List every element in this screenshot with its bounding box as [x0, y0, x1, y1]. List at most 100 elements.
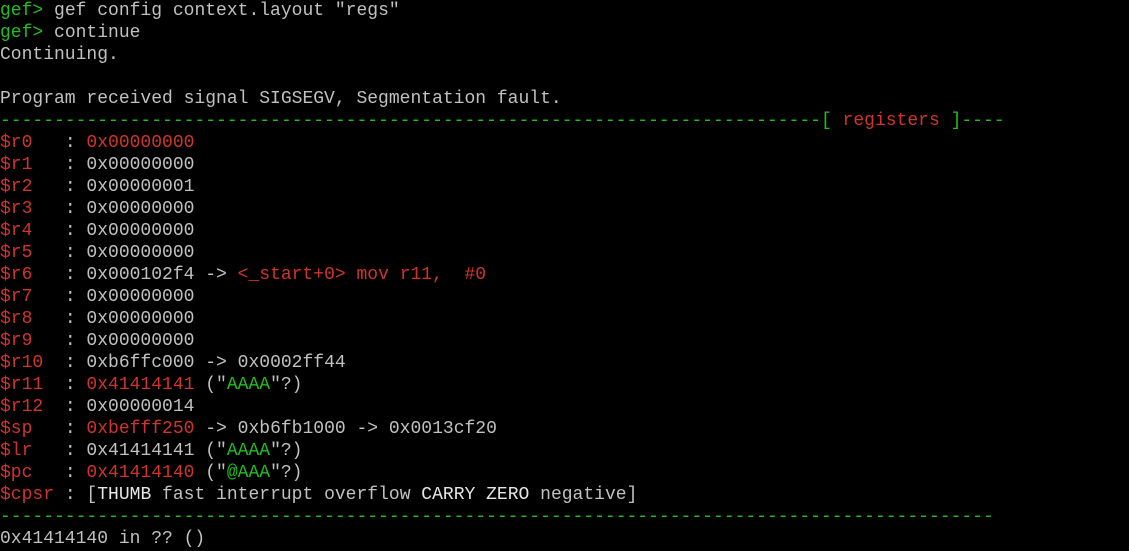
register-colon: : [64, 221, 87, 241]
register-row: $r2 : 0x00000001 [0, 176, 1129, 198]
register-value: 0xbefff250 [86, 419, 195, 439]
register-row: $r11 : 0x41414141 ("AAAA"?) [0, 374, 1129, 396]
register-colon: : [64, 199, 87, 219]
register-colon: : [64, 353, 87, 373]
register-name: $r11 [0, 375, 65, 395]
register-deref: (" [194, 375, 227, 395]
terminal-window[interactable]: gef> gef config context.layout "regs" ge… [0, 0, 1129, 551]
register-name: $r4 [0, 221, 65, 241]
cpsr-flag-clear: negative [529, 485, 627, 505]
gdb-prompt: gef> [0, 1, 44, 21]
register-row-cpsr: $cpsr : [THUMB fast interrupt overflow C… [0, 484, 1129, 506]
register-colon: : [64, 265, 87, 285]
register-value: 0x00000000 [86, 243, 195, 263]
command-text: continue [43, 23, 141, 43]
register-row: $r9 : 0x00000000 [0, 330, 1129, 352]
register-name: $r6 [0, 265, 65, 285]
register-value: 0x00000000 [86, 331, 195, 351]
register-colon: : [64, 287, 87, 307]
register-row: $pc : 0x41414140 ("@AAA"?) [0, 462, 1129, 484]
register-row: $lr : 0x41414141 ("AAAA"?) [0, 440, 1129, 462]
register-row: $r6 : 0x000102f4 -> <_start+0> mov r11, … [0, 264, 1129, 286]
register-colon: : [64, 463, 87, 483]
register-value: 0x00000000 [86, 309, 195, 329]
register-value: 0x000102f4 [86, 265, 195, 285]
register-name: $r0 [0, 133, 65, 153]
register-deref: -> [194, 265, 238, 285]
cpsr-flags: THUMB fast interrupt overflow CARRY ZERO… [97, 485, 626, 505]
register-colon: : [64, 155, 87, 175]
register-value: 0x41414141 [86, 375, 195, 395]
register-deref: (" [194, 441, 227, 461]
gdb-prompt: gef> [0, 23, 44, 43]
register-deref: -> 0x0002ff44 [194, 353, 346, 373]
register-name: $r9 [0, 331, 65, 351]
register-name: $r1 [0, 155, 65, 175]
register-colon: : [64, 177, 87, 197]
separator-title: registers [842, 111, 940, 131]
register-name: $r8 [0, 309, 65, 329]
separator-bottom-dashes: ----------------------------------------… [0, 507, 994, 527]
cpsr-flag-set: ZERO [486, 485, 530, 505]
register-colon: : [64, 375, 87, 395]
register-name: $lr [0, 441, 65, 461]
cpsr-flag-set: THUMB [97, 485, 152, 505]
register-row: $r4 : 0x00000000 [0, 220, 1129, 242]
register-row: $r10 : 0xb6ffc000 -> 0x0002ff44 [0, 352, 1129, 374]
registers-panel: $r0 : 0x00000000 $r1 : 0x00000000 $r2 : 0x… [0, 132, 1129, 484]
output-continuing: Continuing. [0, 45, 119, 65]
register-colon: : [64, 419, 87, 439]
register-name: $r2 [0, 177, 65, 197]
register-value: 0x00000000 [86, 287, 195, 307]
register-name: $pc [0, 463, 65, 483]
register-row: $r0 : 0x00000000 [0, 132, 1129, 154]
register-value: 0x00000000 [86, 155, 195, 175]
separator-left-dashes: ----------------------------------------… [0, 111, 821, 131]
register-name: $r7 [0, 287, 65, 307]
command-text: gef config context.layout "regs" [43, 1, 400, 21]
command-line: gef> continue [0, 22, 1129, 44]
register-deref: AAAA [226, 441, 271, 461]
register-row: $r5 : 0x00000000 [0, 242, 1129, 264]
separator-right-dashes: ---- [961, 111, 1005, 131]
register-value: 0x00000014 [86, 397, 195, 417]
register-name: $r3 [0, 199, 65, 219]
register-name: $sp [0, 419, 65, 439]
register-value: 0xb6ffc000 [86, 353, 195, 373]
register-colon: : [64, 397, 87, 417]
register-deref: "?) [270, 375, 303, 395]
register-deref: -> 0xb6fb1000 -> 0x0013cf20 [194, 419, 497, 439]
register-row: $r12 : 0x00000014 [0, 396, 1129, 418]
register-value: 0x00000001 [86, 177, 195, 197]
register-deref: @AAA [226, 463, 271, 483]
cpsr-flag-clear: fast interrupt overflow [151, 485, 422, 505]
separator-close-bracket: ] [939, 111, 962, 131]
register-row: $r8 : 0x00000000 [0, 308, 1129, 330]
register-row: $r1 : 0x00000000 [0, 154, 1129, 176]
register-value: 0x00000000 [86, 133, 195, 153]
register-deref: (" [194, 463, 227, 483]
register-value: 0x00000000 [86, 199, 195, 219]
register-value: 0x41414141 [86, 441, 195, 461]
register-colon: : [64, 133, 87, 153]
register-colon: : [64, 309, 87, 329]
registers-separator: ----------------------------------------… [0, 110, 1129, 132]
register-row: $r3 : 0x00000000 [0, 198, 1129, 220]
register-deref: "?) [270, 441, 303, 461]
separator-open-bracket: [ [820, 111, 843, 131]
cpsr-flag-set: CARRY [421, 485, 476, 505]
signal-message: Program received signal SIGSEGV, Segment… [0, 89, 562, 109]
register-row: $sp : 0xbefff250 -> 0xb6fb1000 -> 0x0013… [0, 418, 1129, 440]
register-deref: <_start+0> mov r11, #0 [237, 265, 487, 285]
cpsr-close-bracket: ] [626, 485, 638, 505]
register-colon: : [64, 243, 87, 263]
register-value: 0x41414140 [86, 463, 195, 483]
register-name: $r5 [0, 243, 65, 263]
register-name: $r12 [0, 397, 65, 417]
register-deref: AAAA [226, 375, 271, 395]
register-colon: : [64, 485, 87, 505]
bottom-separator: ----------------------------------------… [0, 506, 1129, 528]
register-value: 0x00000000 [86, 221, 195, 241]
location-line: 0x41414140 in ?? () [0, 529, 206, 549]
